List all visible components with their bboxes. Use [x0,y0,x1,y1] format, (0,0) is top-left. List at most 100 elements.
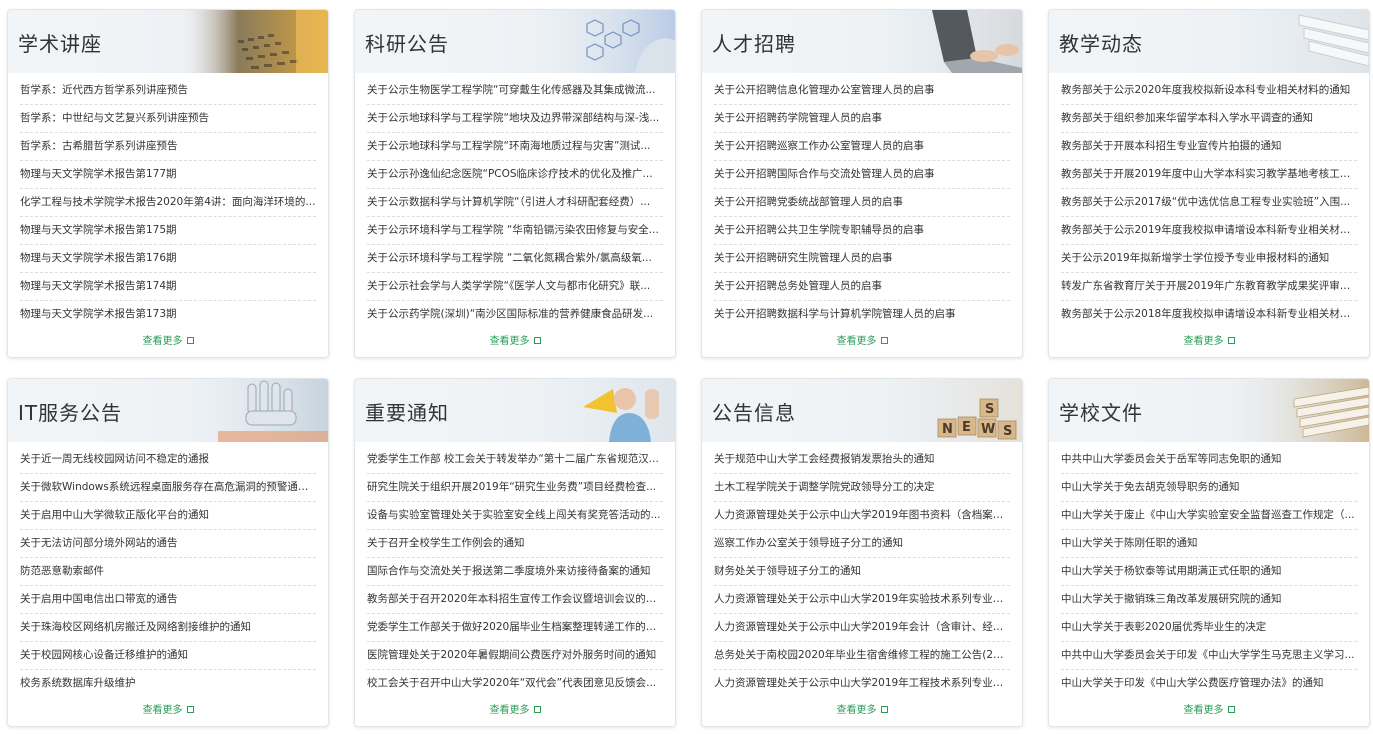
list-item[interactable]: 关于校园网核心设备迁移维护的通知 [20,642,316,670]
list-item[interactable]: 关于无法访问部分境外网站的通告 [20,530,316,558]
list-item[interactable]: 关于公开招聘总务处管理人员的启事 [714,273,1010,301]
list-item[interactable]: 医院管理处关于2020年暑假期间公费医疗对外服务时间的通知 [367,642,663,670]
news-list: 党委学生工作部 校工会关于转发举办“第十二届广东省规范汉... 研究生院关于组织… [355,442,675,698]
view-more-link[interactable]: 查看更多 [702,332,1022,347]
list-item[interactable]: 关于公开招聘信息化管理办公室管理人员的启事 [714,77,1010,105]
list-item[interactable]: 人力资源管理处关于公示中山大学2019年实验技术系列专业技... [714,586,1010,614]
list-item[interactable]: 中山大学关于撤销珠三角改革发展研究院的通知 [1061,586,1357,614]
list-item[interactable]: 人力资源管理处关于公示中山大学2019年会计（含审计、经济... [714,614,1010,642]
view-more-link[interactable]: 查看更多 [702,701,1022,716]
list-item[interactable]: 党委学生工作部关于做好2020届毕业生档案整理转递工作的通知 [367,614,663,642]
view-more-link[interactable]: 查看更多 [1049,701,1369,716]
list-item[interactable]: 土木工程学院关于调整学院党政领导分工的决定 [714,474,1010,502]
list-item[interactable]: 中山大学关于印发《中山大学公费医疗管理办法》的通知 [1061,670,1357,698]
list-item[interactable]: 关于公示社会学与人类学学院“《医学人文与都市化研究》联... [367,273,663,301]
list-item[interactable]: 物理与天文学院学术报告第175期 [20,217,316,245]
list-item[interactable]: 关于公示环境科学与工程学院 “华南铅镉污染农田修复与安全... [367,217,663,245]
list-item[interactable]: 关于公开招聘研究生院管理人员的启事 [714,245,1010,273]
list-item[interactable]: 关于召开全校学生工作例会的通知 [367,530,663,558]
list-item[interactable]: 教务部关于公示2019年度我校拟申请增设本科新专业相关材料... [1061,217,1357,245]
list-item[interactable]: 人力资源管理处关于公示中山大学2019年工程技术系列专业技... [714,670,1010,698]
list-item[interactable]: 关于珠海校区网络机房搬迁及网络割接维护的通知 [20,614,316,642]
list-item[interactable]: 关于公示环境科学与工程学院 “二氧化氮耦合紫外/氯高级氧... [367,245,663,273]
news-list: 中共中山大学委员会关于岳军等同志免职的通知 中山大学关于免去胡克领导职务的通知 … [1049,442,1369,698]
list-item[interactable]: 关于公示地球科学与工程学院“环南海地质过程与灾害”测试... [367,133,663,161]
list-item[interactable]: 关于公开招聘药学院管理人员的启事 [714,105,1010,133]
list-item[interactable]: 教务部关于组织参加来华留学本科入学水平调查的通知 [1061,105,1357,133]
list-item[interactable]: 研究生院关于组织开展2019年“研究生业务费”项目经费检查... [367,474,663,502]
card-title[interactable]: 人才招聘 [712,28,796,57]
card-important-notices: 重要通知 党委学生工作部 校工会关于转发举办“第十二届广东省规范汉... 研究生… [354,378,676,727]
list-item[interactable]: 关于公示地球科学与工程学院“地块及边界带深部结构与深-浅... [367,105,663,133]
view-more-label: 查看更多 [836,705,877,716]
list-item[interactable]: 物理与天文学院学术报告第176期 [20,245,316,273]
list-item[interactable]: 哲学系：古希腊哲学系列讲座预告 [20,133,316,161]
list-item[interactable]: 关于公示孙逸仙纪念医院“PCOS临床诊疗技术的优化及推广... [367,161,663,189]
list-item[interactable]: 总务处关于南校园2020年毕业生宿舍维修工程的施工公告(202... [714,642,1010,670]
list-item[interactable]: 校务系统数据库升级维护 [20,670,316,698]
list-item[interactable]: 哲学系：近代西方哲学系列讲座预告 [20,77,316,105]
list-item[interactable]: 化学工程与技术学院学术报告2020年第4讲：面向海洋环境的... [20,189,316,217]
list-item[interactable]: 教务部关于公示2020年度我校拟新设本科专业相关材料的通知 [1061,77,1357,105]
list-item[interactable]: 中山大学关于表彰2020届优秀毕业生的决定 [1061,614,1357,642]
list-item[interactable]: 中共中山大学委员会关于岳军等同志免职的通知 [1061,446,1357,474]
list-item[interactable]: 教务部关于开展本科招生专业宣传片拍摄的通知 [1061,133,1357,161]
list-item[interactable]: 关于公开招聘国际合作与交流处管理人员的启事 [714,161,1010,189]
list-item[interactable]: 教务部关于开展2019年度中山大学本科实习教学基地考核工作... [1061,161,1357,189]
list-item[interactable]: 教务部关于公示2017级“优中选优信息工程专业实验班”入围... [1061,189,1357,217]
list-item[interactable]: 关于公开招聘党委统战部管理人员的启事 [714,189,1010,217]
list-item[interactable]: 校工会关于召开中山大学2020年“双代会”代表团意见反馈会... [367,670,663,698]
list-item[interactable]: 关于公开招聘数据科学与计算机学院管理人员的启事 [714,301,1010,329]
card-header: 学校文件 [1049,379,1369,442]
list-item[interactable]: 关于规范中山大学工会经费报销发票抬头的通知 [714,446,1010,474]
list-item[interactable]: 中山大学关于废止《中山大学实验室安全监督巡查工作规定（... [1061,502,1357,530]
view-more-link[interactable]: 查看更多 [1049,332,1369,347]
card-recruitment: 人才招聘 关于公开招聘信息化管理办公室管理人员的启事 关于公开招聘药学院管理人员… [701,9,1023,358]
view-more-link[interactable]: 查看更多 [355,701,675,716]
card-title[interactable]: 科研公告 [365,28,449,57]
card-title[interactable]: 教学动态 [1059,28,1143,57]
list-item[interactable]: 关于公开招聘公共卫生学院专职辅导员的启事 [714,217,1010,245]
list-item[interactable]: 教务部关于召开2020年本科招生宣传工作会议暨培训会议的通知 [367,586,663,614]
list-item[interactable]: 防范恶意勒索邮件 [20,558,316,586]
list-item[interactable]: 关于公示生物医学工程学院“可穿戴生化传感器及其集成微流... [367,77,663,105]
list-item[interactable]: 中山大学关于杨钦泰等试用期满正式任职的通知 [1061,558,1357,586]
list-item[interactable]: 关于启用中山大学微软正版化平台的通知 [20,502,316,530]
list-item[interactable]: 关于公示2019年拟新增学士学位授予专业申报材料的通知 [1061,245,1357,273]
view-more-link[interactable]: 查看更多 [8,332,328,347]
list-item[interactable]: 物理与天文学院学术报告第174期 [20,273,316,301]
square-icon [1227,337,1235,344]
list-item[interactable]: 关于近一周无线校园网访问不稳定的通报 [20,446,316,474]
list-item[interactable]: 关于公开招聘巡察工作办公室管理人员的启事 [714,133,1010,161]
card-title[interactable]: 公告信息 [712,397,796,426]
card-title[interactable]: 重要通知 [365,397,449,426]
list-item[interactable]: 关于公示药学院(深圳)“南沙区国际标准的营养健康食品研发... [367,301,663,329]
view-more-label: 查看更多 [489,705,530,716]
view-more-link[interactable]: 查看更多 [355,332,675,347]
list-item[interactable]: 哲学系：中世纪与文艺复兴系列讲座预告 [20,105,316,133]
square-icon [186,337,194,344]
card-title[interactable]: 学校文件 [1059,397,1143,426]
list-item[interactable]: 人力资源管理处关于公示中山大学2019年图书资料（含档案、... [714,502,1010,530]
list-item[interactable]: 中共中山大学委员会关于印发《中山大学学生马克思主义学习... [1061,642,1357,670]
list-item[interactable]: 中山大学关于陈刚任职的通知 [1061,530,1357,558]
card-title[interactable]: IT服务公告 [18,397,122,426]
list-item[interactable]: 国际合作与交流处关于报送第二季度境外来访接待备案的通知 [367,558,663,586]
list-item[interactable]: 关于微软Windows系统远程桌面服务存在高危漏洞的预警通报... [20,474,316,502]
list-item[interactable]: 巡察工作办公室关于领导班子分工的通知 [714,530,1010,558]
card-teaching-news: 教学动态 教务部关于公示2020年度我校拟新设本科专业相关材料的通知 教务部关于… [1048,9,1370,358]
files-binder-image [1219,10,1369,73]
list-item[interactable]: 中山大学关于免去胡克领导职务的通知 [1061,474,1357,502]
list-item[interactable]: 转发广东省教育厅关于开展2019年广东教育教学成果奖评审工... [1061,273,1357,301]
list-item[interactable]: 关于公示数据科学与计算机学院“（引进人才科研配套经费）... [367,189,663,217]
list-item[interactable]: 关于启用中国电信出口带宽的通告 [20,586,316,614]
view-more-link[interactable]: 查看更多 [8,701,328,716]
list-item[interactable]: 党委学生工作部 校工会关于转发举办“第十二届广东省规范汉... [367,446,663,474]
list-item[interactable]: 教务部关于公示2018年度我校拟申请增设本科新专业相关材料... [1061,301,1357,329]
list-item[interactable]: 财务处关于领导班子分工的通知 [714,558,1010,586]
list-item[interactable]: 物理与天文学院学术报告第177期 [20,161,316,189]
card-title[interactable]: 学术讲座 [18,28,102,57]
list-item[interactable]: 设备与实验室管理处关于实验室安全线上闯关有奖竞答活动的... [367,502,663,530]
list-item[interactable]: 物理与天文学院学术报告第173期 [20,301,316,329]
svg-text:W: W [981,422,995,437]
